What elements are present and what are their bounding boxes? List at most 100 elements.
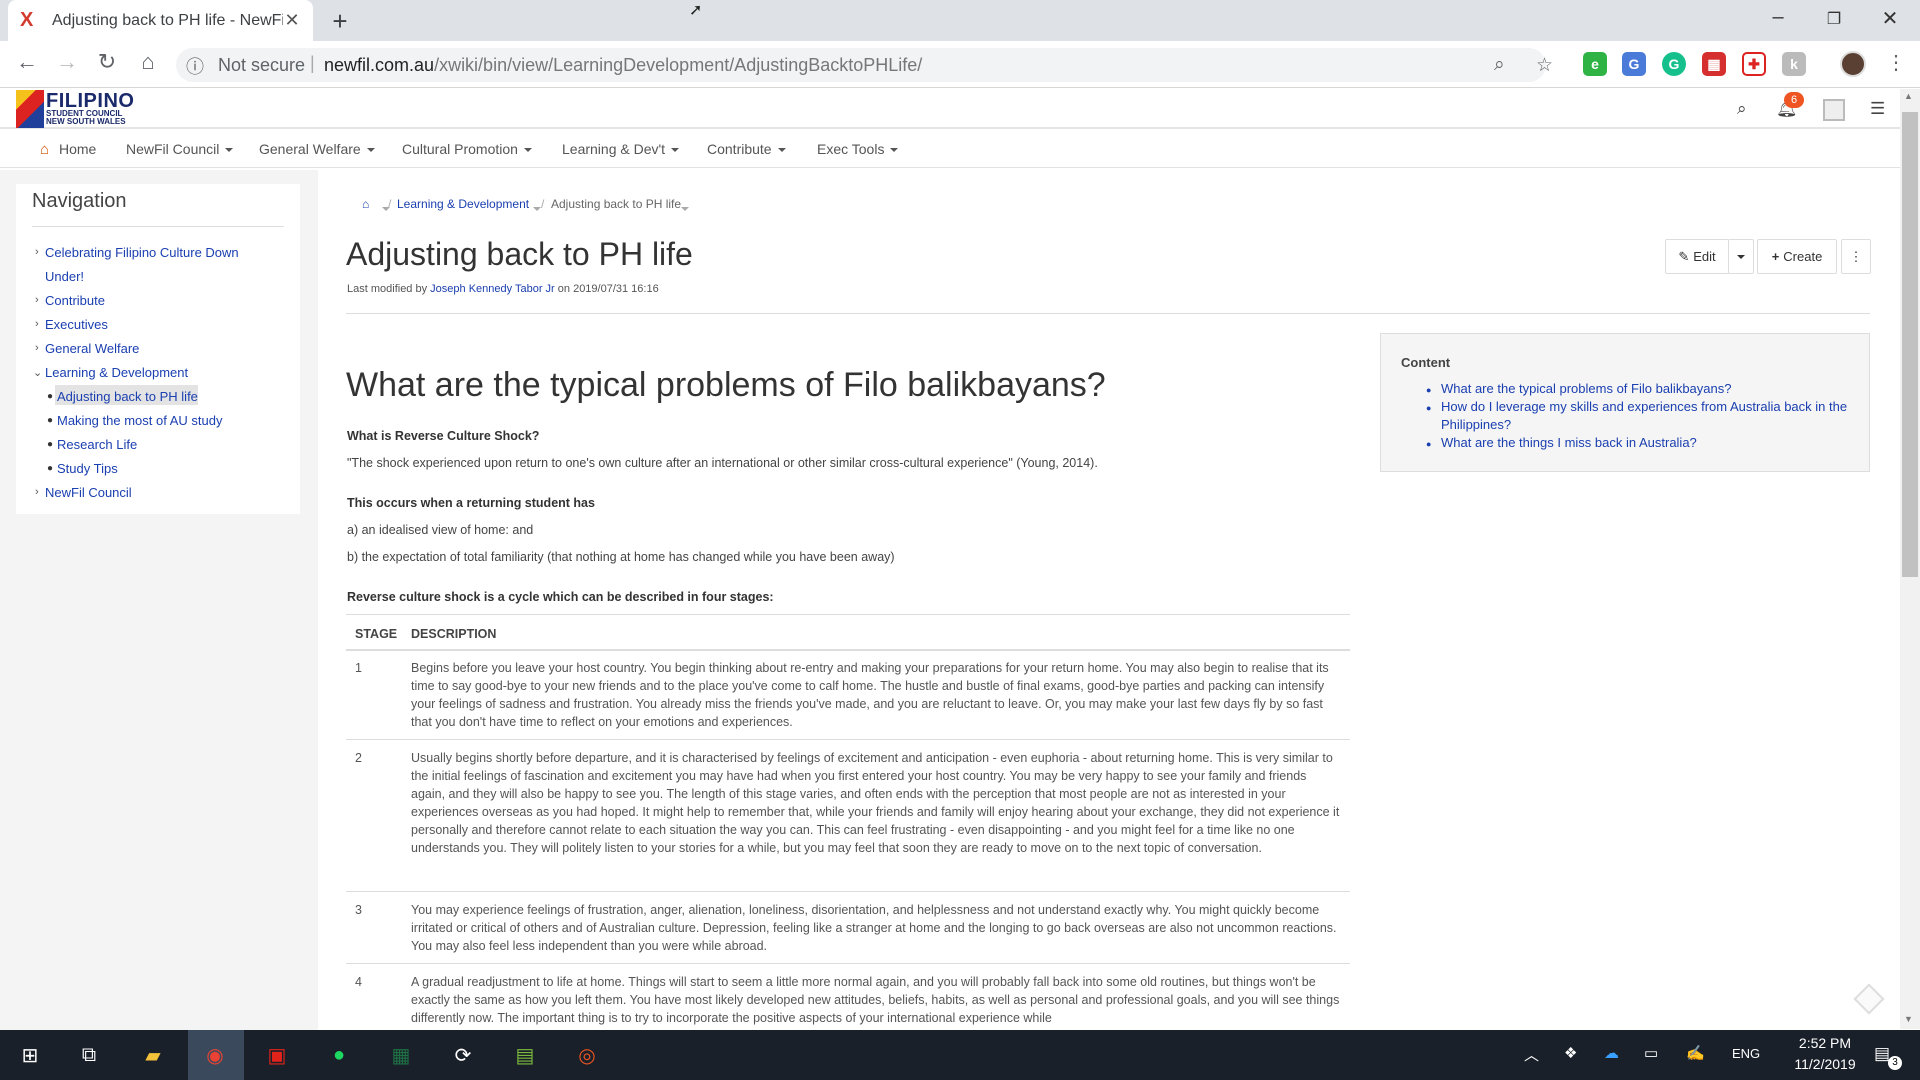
acrobat-icon[interactable]: ▣ (260, 1038, 294, 1072)
pen-icon[interactable]: ✍ (1686, 1044, 1705, 1062)
search-icon[interactable]: ⌕ (1737, 99, 1747, 119)
address-bar[interactable]: ⓘ Not secure | newfil.com.au/xwiki/bin/v… (176, 48, 1546, 82)
menu-cultural-promotion[interactable]: Cultural Promotion (402, 141, 532, 157)
restore-window-button[interactable]: ❐ (1812, 9, 1856, 29)
excel-icon[interactable]: ▦ (384, 1038, 418, 1072)
show-hidden-icons-icon[interactable]: ︿ (1524, 1044, 1539, 1065)
caret-down-icon (523, 148, 532, 153)
sidebar-item-research-life[interactable]: Research Life (57, 437, 137, 452)
breadcrumb-parent[interactable]: Learning & Development (397, 197, 529, 211)
floating-action-diamond-icon[interactable] (1853, 983, 1885, 1015)
chevron-down-icon[interactable]: ⌄ (33, 366, 42, 379)
ubuntu-icon[interactable]: ◎ (570, 1038, 604, 1072)
chevron-right-icon[interactable]: › (35, 294, 39, 306)
file-explorer-icon[interactable]: ▰ (136, 1038, 170, 1072)
scrollbar-thumb[interactable] (1902, 112, 1918, 577)
page-title: Adjusting back to PH life (346, 236, 693, 272)
modified-date: on 2019/07/31 16:16 (557, 283, 659, 295)
info-icon[interactable]: ⓘ (186, 53, 204, 79)
hamburger-menu-icon[interactable]: ☰ (1870, 99, 1885, 119)
more-actions-button[interactable]: ⋮ (1841, 239, 1871, 274)
grammarly-extension-icon[interactable]: G (1662, 52, 1686, 76)
site-logo[interactable]: FILIPINO STUDENT COUNCIL NEW SOUTH WALES (16, 90, 146, 128)
chevron-right-icon[interactable]: › (35, 486, 39, 498)
reverse-culture-shock-question: What is Reverse Culture Shock? (347, 429, 540, 443)
forward-arrow-icon[interactable]: → (52, 49, 82, 75)
spotify-icon[interactable]: ● (322, 1038, 356, 1072)
windows-start-icon[interactable]: ⊞ (13, 1038, 47, 1072)
sidebar-item-learning-development[interactable]: Learning & Development (45, 365, 188, 380)
red-extension-icon[interactable]: ▦ (1702, 52, 1726, 76)
create-button[interactable]: + Create (1757, 239, 1837, 274)
close-window-button[interactable]: ✕ (1868, 6, 1912, 31)
toc-item[interactable]: How do I leverage my skills and experien… (1441, 398, 1861, 434)
evernote-extension-icon[interactable]: e (1583, 52, 1607, 76)
gray-extension-icon[interactable]: k (1782, 52, 1806, 76)
sidebar-item-contribute[interactable]: Contribute (45, 293, 105, 308)
back-arrow-icon[interactable]: ← (12, 49, 42, 75)
task-view-icon[interactable]: ⧉ (72, 1038, 106, 1072)
home-icon[interactable]: ⌂ (133, 49, 163, 75)
reload-icon[interactable]: ↻ (92, 49, 122, 75)
mouse-cursor-icon: ➚ (689, 2, 703, 19)
section-heading: What are the typical problems of Filo ba… (346, 366, 1106, 404)
menu-exec-tools[interactable]: Exec Tools (817, 141, 899, 157)
browser-tab[interactable]: X Adjusting back to PH life - NewFi ✕ (8, 0, 313, 41)
chevron-right-icon[interactable]: › (35, 246, 39, 258)
menu-home[interactable]: Home (59, 141, 96, 157)
breadcrumb-caret-icon[interactable] (527, 200, 541, 218)
bookmark-star-icon[interactable]: ☆ (1536, 54, 1553, 77)
menu-newfil-council-label: NewFil Council (126, 141, 220, 157)
clock-date[interactable]: 11/2/2019 (1782, 1056, 1868, 1072)
author-link[interactable]: Joseph Kennedy Tabor Jr (430, 283, 555, 295)
menu-general-welfare[interactable]: General Welfare (259, 141, 375, 157)
chrome-icon[interactable]: ◉ (198, 1038, 232, 1072)
minimize-window-button[interactable]: – (1756, 6, 1800, 29)
close-tab-icon[interactable]: ✕ (283, 10, 301, 31)
home-icon[interactable]: ⌂ (40, 141, 49, 158)
sidebar-item-newfil-council[interactable]: NewFil Council (45, 485, 132, 500)
sidebar-item-celebrating-cont[interactable]: Under! (45, 269, 84, 284)
table-row-description: You may experience feelings of frustrati… (411, 903, 1337, 953)
sidebar-item-general-welfare[interactable]: General Welfare (45, 341, 139, 356)
cross-extension-icon[interactable]: ✚ (1742, 52, 1766, 76)
edit-dropdown-button[interactable] (1728, 239, 1754, 274)
sync-app-icon[interactable]: ⟳ (446, 1038, 480, 1072)
edit-button[interactable]: ✎ Edit (1665, 239, 1729, 274)
sidebar-item-celebrating[interactable]: Celebrating Filipino Culture Down (45, 245, 239, 260)
sidebar-item-executives[interactable]: Executives (45, 317, 108, 332)
scroll-down-icon[interactable]: ▼ (1904, 1014, 1913, 1024)
sidebar-item-adjusting[interactable]: Adjusting back to PH life (57, 389, 198, 404)
last-modified-info: Last modified by Joseph Kennedy Tabor Jr… (347, 283, 659, 295)
sidebar-item-making-most[interactable]: Making the most of AU study (57, 413, 222, 428)
breadcrumb-home-icon[interactable]: ⌂ (362, 197, 369, 211)
breadcrumb-caret-icon[interactable] (675, 200, 689, 218)
notepad-app-icon[interactable]: ▤ (508, 1038, 542, 1072)
language-indicator[interactable]: ENG (1732, 1046, 1760, 1061)
browser-profile-avatar[interactable] (1840, 51, 1866, 77)
menu-learning-dev-label: Learning & Dev't (562, 141, 666, 157)
chevron-right-icon[interactable]: › (35, 318, 39, 330)
dropbox-icon[interactable]: ❖ (1564, 1044, 1577, 1062)
scroll-up-icon[interactable]: ▲ (1904, 91, 1913, 101)
menu-newfil-council[interactable]: NewFil Council (126, 141, 234, 157)
caret-down-icon (1737, 254, 1745, 259)
browser-menu-icon[interactable]: ⋮ (1886, 50, 1906, 75)
battery-icon[interactable]: ▭ (1644, 1044, 1658, 1062)
menu-learning-dev[interactable]: Learning & Dev't (562, 141, 680, 157)
url-text[interactable]: newfil.com.au/xwiki/bin/view/LearningDev… (324, 55, 922, 76)
new-tab-button[interactable]: + (325, 6, 355, 37)
bullet-icon: ● (1426, 439, 1432, 449)
zoom-icon[interactable]: ⌕ (1494, 54, 1505, 76)
sidebar-item-study-tips[interactable]: Study Tips (57, 461, 118, 476)
clock-time[interactable]: 2:52 PM (1782, 1035, 1868, 1051)
onedrive-icon[interactable]: ☁ (1604, 1044, 1619, 1062)
toc-item[interactable]: What are the things I miss back in Austr… (1441, 434, 1861, 452)
translate-extension-icon[interactable]: G (1622, 52, 1646, 76)
user-avatar[interactable] (1823, 99, 1845, 121)
menu-contribute[interactable]: Contribute (707, 141, 786, 157)
chevron-right-icon[interactable]: › (35, 342, 39, 354)
caret-down-icon (533, 206, 541, 211)
table-header-description: DESCRIPTION (411, 627, 497, 641)
toc-item[interactable]: What are the typical problems of Filo ba… (1441, 380, 1861, 398)
